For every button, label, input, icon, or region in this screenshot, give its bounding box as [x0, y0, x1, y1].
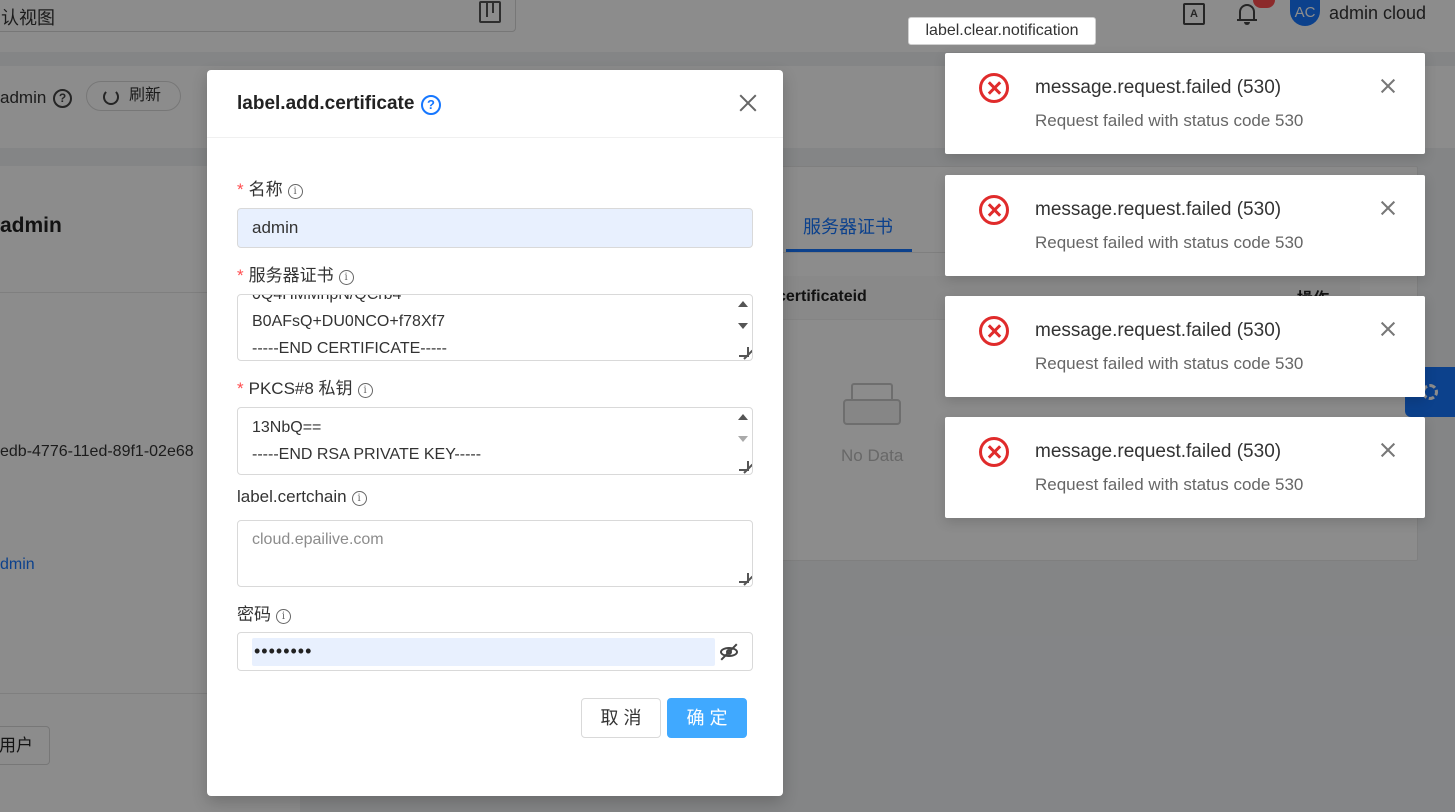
error-icon [979, 195, 1009, 225]
password-label: 密码 i [237, 600, 291, 625]
notification-description: Request failed with status code 530 [1035, 111, 1304, 130]
error-icon [979, 437, 1009, 467]
info-icon: i [357, 383, 373, 398]
cancel-button[interactable]: 取 消 [581, 698, 661, 738]
close-icon[interactable] [1381, 201, 1395, 215]
name-label: * 名称 i [237, 175, 303, 200]
name-field[interactable]: admin [237, 208, 753, 248]
close-icon[interactable] [1381, 79, 1395, 93]
notification-description: Request failed with status code 530 [1035, 354, 1304, 373]
notification-description: Request failed with status code 530 [1035, 233, 1304, 252]
error-notification: message.request.failed (530) Request fai… [945, 296, 1425, 397]
resize-handle[interactable] [739, 573, 749, 583]
close-icon[interactable] [1381, 443, 1395, 457]
info-icon: i [351, 491, 367, 506]
dialog-title: label.add.certificate [237, 93, 415, 114]
certchain-placeholder: cloud.epailive.com [252, 531, 384, 548]
error-notification: message.request.failed (530) Request fai… [945, 175, 1425, 276]
info-icon: i [287, 184, 303, 199]
info-icon: i [338, 270, 354, 285]
scrollbar[interactable] [737, 299, 749, 353]
error-notification: message.request.failed (530) Request fai… [945, 53, 1425, 154]
confirm-button[interactable]: 确 定 [667, 698, 747, 738]
close-icon[interactable] [739, 94, 757, 112]
notification-message: message.request.failed (530) [1035, 199, 1282, 220]
scrollbar[interactable] [737, 412, 749, 466]
private-key-label: * PKCS#8 私钥 i [237, 374, 373, 399]
private-key-textarea[interactable]: 13NbQ== -----END RSA PRIVATE KEY----- [237, 407, 753, 475]
info-icon: i [276, 609, 291, 624]
password-field[interactable]: •••••••• [237, 632, 753, 671]
notification-message: message.request.failed (530) [1035, 77, 1282, 98]
error-icon [979, 316, 1009, 346]
resize-handle[interactable] [739, 347, 749, 357]
help-icon[interactable]: ? [421, 95, 441, 115]
name-value: admin [252, 218, 299, 237]
password-value: •••••••• [254, 641, 313, 661]
certchain-label: label.certchain i [237, 487, 367, 507]
close-icon[interactable] [1381, 322, 1395, 336]
resize-handle[interactable] [739, 461, 749, 471]
certchain-textarea[interactable]: cloud.epailive.com [237, 520, 753, 587]
clear-notification-tooltip[interactable]: label.clear.notification [908, 17, 1096, 45]
server-cert-label: * 服务器证书 i [237, 261, 354, 286]
error-icon [979, 73, 1009, 103]
eye-off-icon[interactable] [720, 643, 738, 661]
notification-message: message.request.failed (530) [1035, 320, 1282, 341]
server-cert-textarea[interactable]: 0Q4HMMhpN/QCrb4 B0AFsQ+DU0NCO+f78Xf7 ---… [237, 294, 753, 361]
add-certificate-dialog: label.add.certificate ? * 名称 i admin * 服务器证… [207, 70, 783, 796]
dialog-header: label.add.certificate ? [207, 70, 783, 138]
notification-description: Request failed with status code 530 [1035, 475, 1304, 494]
error-notification: message.request.failed (530) Request fai… [945, 417, 1425, 518]
notification-message: message.request.failed (530) [1035, 441, 1282, 462]
